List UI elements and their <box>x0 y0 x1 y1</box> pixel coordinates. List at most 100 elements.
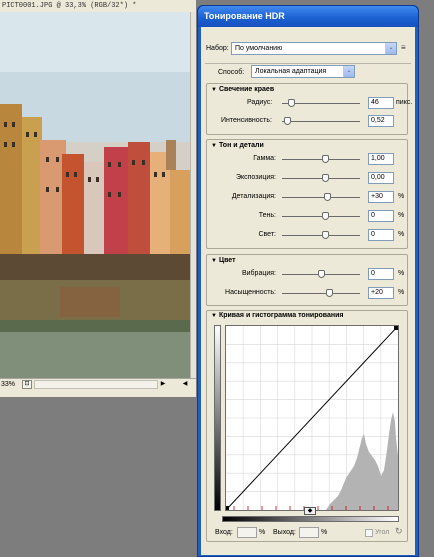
value-unit: % <box>398 231 405 238</box>
curve-midpoint-marker[interactable]: ◆ <box>304 507 316 515</box>
radius-unit: пикс. <box>396 99 413 106</box>
output-unit: % <box>321 529 328 536</box>
corner-checkbox[interactable] <box>365 529 373 537</box>
color-title: Цвет <box>218 257 236 264</box>
tone-detail-heading[interactable]: ▼ Тон и детали <box>211 142 264 149</box>
radius-input[interactable]: 46 <box>368 97 394 109</box>
zoom-level[interactable]: 33% <box>1 379 15 390</box>
photo-canvas <box>0 12 190 378</box>
chevron-down-icon: ⌄ <box>343 66 354 77</box>
method-value: Локальная адаптация <box>255 68 327 75</box>
strength-slider-thumb[interactable] <box>283 117 291 125</box>
value-slider[interactable] <box>282 174 360 183</box>
slider-thumb[interactable] <box>321 212 329 220</box>
strength-slider[interactable] <box>282 117 360 126</box>
reset-curve-icon[interactable]: ↻ <box>395 526 403 537</box>
edge-glow-heading[interactable]: ▼ Свечение краев <box>211 86 274 93</box>
slider-track <box>282 293 360 294</box>
value-slider[interactable] <box>282 212 360 221</box>
value-slider[interactable] <box>282 270 360 279</box>
slider-track <box>282 197 360 198</box>
input-gradient-bar <box>222 516 399 522</box>
slider-label: Экспозиция: <box>235 174 276 181</box>
curve-point-white <box>394 325 399 330</box>
value-unit: % <box>398 212 405 219</box>
value-input[interactable]: 0 <box>368 229 394 241</box>
value-unit: % <box>398 270 405 277</box>
slider-label: Детализация: <box>231 193 276 200</box>
value-slider[interactable] <box>282 155 360 164</box>
value-input[interactable]: +30 <box>368 191 394 203</box>
method-select[interactable]: Локальная адаптация ⌄ <box>251 65 355 78</box>
scroll-left-arrow-icon[interactable]: ◀ <box>180 380 190 389</box>
value-input[interactable]: 0 <box>368 268 394 280</box>
method-label: Способ: <box>218 69 245 76</box>
histogram-shape <box>326 412 398 510</box>
value-unit: % <box>398 289 405 296</box>
color-heading[interactable]: ▼ Цвет <box>211 257 236 264</box>
color-group: ▼ Цвет Вибрация: 0% Насыщенность: +20% <box>206 254 408 306</box>
collapse-triangle-icon: ▼ <box>211 313 217 319</box>
document-vertical-scrollbar[interactable] <box>190 12 196 378</box>
slider-thumb[interactable] <box>318 270 325 278</box>
status-menu-button[interactable]: ⊡ <box>22 380 32 389</box>
collapse-triangle-icon: ▼ <box>211 143 217 149</box>
curve-point-black <box>224 506 229 511</box>
document-window: PICT0001.JPG @ 33,3% (RGB/32*) * 33% ⊡ ▶… <box>0 0 196 397</box>
tone-curve-graph[interactable] <box>224 325 399 511</box>
output-field[interactable] <box>299 527 319 538</box>
corner-label: Угол <box>375 529 390 536</box>
document-photo <box>0 12 190 378</box>
preset-select[interactable]: По умолчанию ⌄ <box>231 42 397 55</box>
hdr-toning-dialog: Тонирование HDR Набор: По умолчанию ⌄ ≡ … <box>197 5 419 557</box>
value-slider[interactable] <box>282 289 360 298</box>
radius-slider-thumb[interactable] <box>288 99 296 107</box>
document-bottom-border <box>0 390 196 397</box>
output-label: Выход: <box>273 529 296 536</box>
slider-thumb[interactable] <box>321 155 329 163</box>
document-status-bar: 33% ⊡ ▶ ◀ <box>0 378 196 390</box>
slider-thumb[interactable] <box>324 193 332 201</box>
value-input[interactable]: 0,00 <box>368 172 394 184</box>
chevron-down-icon: ⌄ <box>385 43 396 54</box>
slider-label: Вибрация: <box>241 270 276 277</box>
strength-label: Интенсивность: <box>221 117 272 124</box>
slider-thumb[interactable] <box>321 231 329 239</box>
preset-menu-icon[interactable]: ≡ <box>401 43 411 53</box>
value-slider[interactable] <box>282 193 360 202</box>
tone-detail-group: ▼ Тон и детали Гамма: 1,00 Экспозиция: 0,00 Д… <box>206 139 408 249</box>
curve-group: ▼ Кривая и гистограмма тонирования ◆ Вхо… <box>206 310 408 542</box>
slider-thumb[interactable] <box>321 174 329 182</box>
edge-glow-group: ▼ Свечение краев Радиус: 46 пикс. Интенси… <box>206 83 412 135</box>
input-field[interactable] <box>237 527 257 538</box>
output-gradient-bar <box>214 325 221 511</box>
tone-detail-title: Тон и детали <box>218 142 264 149</box>
curve-heading[interactable]: ▼ Кривая и гистограмма тонирования <box>211 312 344 319</box>
value-input[interactable]: 0 <box>368 210 394 222</box>
slider-track <box>282 121 360 122</box>
strength-input[interactable]: 0,52 <box>368 115 394 127</box>
value-input[interactable]: +20 <box>368 287 394 299</box>
curve-title: Кривая и гистограмма тонирования <box>218 312 344 319</box>
value-unit: % <box>398 193 405 200</box>
document-horizontal-scrollbar[interactable] <box>34 380 158 389</box>
document-title: PICT0001.JPG @ 33,3% (RGB/32*) * <box>0 0 196 12</box>
slider-thumb[interactable] <box>325 289 333 297</box>
input-label: Вход: <box>215 529 233 536</box>
value-input[interactable]: 1,00 <box>368 153 394 165</box>
dialog-title[interactable]: Тонирование HDR <box>198 6 418 27</box>
slider-label: Тень: <box>258 212 276 219</box>
radius-slider[interactable] <box>282 99 360 108</box>
value-slider[interactable] <box>282 231 360 240</box>
dialog-body: Набор: По умолчанию ⌄ ≡ Способ: Локальна… <box>201 27 415 555</box>
edge-glow-title: Свечение краев <box>218 86 275 93</box>
scroll-right-arrow-icon[interactable]: ▶ <box>158 380 168 389</box>
collapse-triangle-icon: ▼ <box>211 87 217 93</box>
divider <box>205 63 411 64</box>
preset-value: По умолчанию <box>235 45 283 52</box>
slider-label: Гамма: <box>253 155 276 162</box>
preset-label: Набор: <box>206 45 229 52</box>
slider-label: Насыщенность: <box>225 289 276 296</box>
radius-label: Радиус: <box>247 99 273 106</box>
tone-curve-svg <box>224 325 399 511</box>
